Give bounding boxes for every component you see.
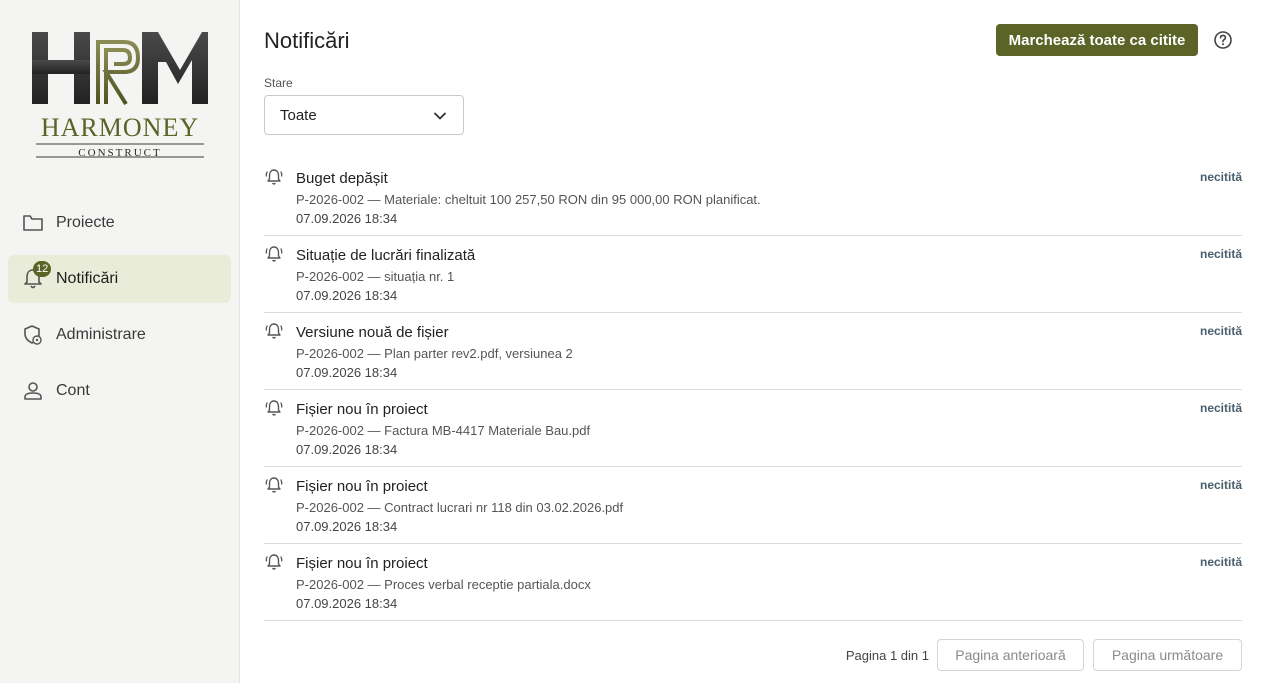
mark-all-read-button[interactable]: Marchează toate ca citite [996, 24, 1198, 56]
notification-description: P-2026-002 — situația nr. 1 [296, 269, 455, 284]
bell-ring-icon [264, 167, 284, 187]
logo-name: HARMONEY [41, 113, 199, 142]
help-icon[interactable] [1213, 30, 1233, 50]
notification-item[interactable]: Situație de lucrări finalizată P-2026-00… [264, 236, 1242, 313]
notification-status: necitită [1199, 247, 1242, 261]
pagination: Pagina 1 din 1 Pagina anterioară Pagina … [264, 639, 1242, 671]
notification-date: 07.09.2026 18:34 [296, 365, 398, 380]
sidebar-item-label: Notificări [56, 270, 119, 287]
notification-item[interactable]: Fișier nou în proiect P-2026-002 — Contr… [264, 467, 1242, 544]
previous-page-button[interactable]: Pagina anterioară [937, 639, 1084, 671]
notification-date: 07.09.2026 18:34 [296, 596, 398, 611]
notification-description: P-2026-002 — Proces verbal receptie part… [296, 577, 591, 592]
admin-shield-icon [21, 323, 45, 347]
sidebar: HARMONEY CONSTRUCT Proiecte 12 Notificăr… [0, 0, 240, 683]
pagination-info: Pagina 1 din 1 [845, 648, 929, 663]
folder-icon [21, 211, 45, 235]
bell-icon: 12 [21, 261, 52, 291]
sidebar-item-label: Proiecte [56, 214, 115, 231]
notification-count-badge: 12 [33, 261, 52, 277]
notification-status: necitită [1199, 478, 1242, 492]
status-filter-label: Stare [264, 76, 293, 90]
notification-list: Buget depășit P-2026-002 — Materiale: ch… [264, 159, 1242, 621]
notification-date: 07.09.2026 18:34 [296, 442, 398, 457]
notification-item[interactable]: Buget depășit P-2026-002 — Materiale: ch… [264, 159, 1242, 236]
notification-date: 07.09.2026 18:34 [296, 211, 398, 226]
notification-title: Buget depășit [296, 170, 388, 187]
notification-status: necitită [1199, 401, 1242, 415]
sidebar-item-administrare[interactable]: Administrare [8, 311, 231, 359]
sidebar-item-label: Cont [56, 382, 90, 399]
notification-item[interactable]: Versiune nouă de fișier P-2026-002 — Pla… [264, 313, 1242, 390]
notification-date: 07.09.2026 18:34 [296, 288, 398, 303]
person-icon [21, 379, 45, 403]
status-filter-value: Toate [280, 106, 317, 124]
chevron-down-icon [433, 109, 447, 123]
svg-text:CONSTRUCT: CONSTRUCT [78, 147, 161, 159]
bell-ring-icon [264, 552, 284, 572]
next-page-button[interactable]: Pagina următoare [1093, 639, 1242, 671]
page-title: Notificări [264, 28, 350, 53]
harmoney-logo[interactable]: HARMONEY CONSTRUCT [28, 26, 212, 166]
bell-ring-icon [264, 475, 284, 495]
notification-title: Versiune nouă de fișier [296, 324, 449, 341]
notification-status: necitită [1199, 555, 1242, 569]
sidebar-nav: Proiecte 12 Notificări Administrare Cont [8, 199, 231, 423]
notification-title: Fișier nou în proiect [296, 401, 428, 418]
notification-item[interactable]: Fișier nou în proiect P-2026-002 — Proce… [264, 544, 1242, 621]
notification-title: Fișier nou în proiect [296, 555, 428, 572]
notification-description: P-2026-002 — Factura MB-4417 Materiale B… [296, 423, 591, 438]
notification-title: Situație de lucrări finalizată [296, 247, 476, 264]
bell-ring-icon [264, 398, 284, 418]
notification-description: P-2026-002 — Contract lucrari nr 118 din… [296, 500, 624, 515]
sidebar-item-cont[interactable]: Cont [8, 367, 231, 415]
notification-item[interactable]: Fișier nou în proiect P-2026-002 — Factu… [264, 390, 1242, 467]
notification-description: P-2026-002 — Materiale: cheltuit 100 257… [296, 192, 761, 207]
status-filter-select[interactable]: Toate [264, 95, 464, 135]
bell-ring-icon [264, 244, 284, 264]
sidebar-item-notificari[interactable]: 12 Notificări [8, 255, 231, 303]
notification-title: Fișier nou în proiect [296, 478, 428, 495]
sidebar-item-label: Administrare [56, 326, 146, 343]
bell-ring-icon [264, 321, 284, 341]
notification-date: 07.09.2026 18:34 [296, 519, 398, 534]
notification-description: P-2026-002 — Plan parter rev2.pdf, versi… [296, 346, 573, 361]
main-content: Notificări Marchează toate ca citite Sta… [264, 0, 1242, 683]
sidebar-item-proiecte[interactable]: Proiecte [8, 199, 231, 247]
notification-status: necitită [1199, 170, 1242, 184]
notification-status: necitită [1199, 324, 1242, 338]
